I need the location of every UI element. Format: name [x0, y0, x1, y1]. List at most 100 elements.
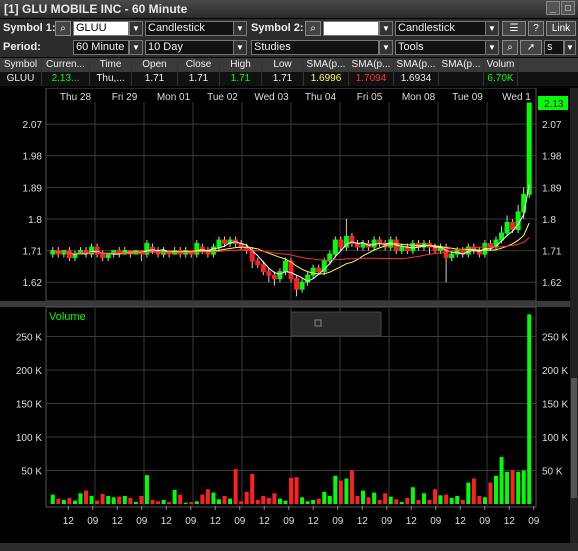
- symbol2-search-icon[interactable]: ⌕: [305, 21, 321, 36]
- link-button[interactable]: Link: [546, 21, 576, 36]
- chart-type-dropdown-icon[interactable]: ▼: [233, 21, 247, 36]
- header-col-0[interactable]: Symbol: [0, 58, 42, 72]
- studies-select[interactable]: Studies: [251, 40, 379, 55]
- volume-bar-21: [167, 501, 172, 504]
- chart-type2-select[interactable]: Candlestick: [395, 21, 489, 36]
- header-col-2[interactable]: Time: [90, 58, 132, 72]
- cell-col-2: Thu,...: [90, 72, 132, 86]
- volume-bar-63: [399, 501, 404, 504]
- volume-tick-right-4: 50 K: [542, 466, 563, 477]
- candle-body-84: [515, 211, 521, 230]
- symbol-toolbar: Symbol 1: ⌕ GLUU ▼ Candlestick ▼ Symbol …: [0, 19, 578, 38]
- time-label-12: 12: [357, 516, 369, 527]
- studies-dropdown-icon[interactable]: ▼: [379, 40, 393, 55]
- volume-bar-27: [200, 494, 205, 504]
- volume-bar-34: [239, 501, 244, 504]
- zoom-select[interactable]: s: [544, 40, 564, 55]
- header-col-11[interactable]: Volum: [484, 58, 518, 72]
- volume-bar-55: [355, 495, 360, 504]
- volume-bar-36: [250, 473, 255, 504]
- header-col-3[interactable]: Open: [132, 58, 178, 72]
- volume-bar-17: [144, 475, 149, 504]
- time-label-7: 09: [234, 516, 246, 527]
- tools-select[interactable]: Tools: [395, 40, 489, 55]
- zoom-dropdown-icon[interactable]: ▼: [564, 40, 576, 55]
- symbol1-label: Symbol 1:: [3, 22, 56, 34]
- period-dropdown-icon[interactable]: ▼: [129, 40, 143, 55]
- restore-icon[interactable]: □: [561, 1, 575, 15]
- chart-type2-dropdown-icon[interactable]: ▼: [485, 21, 499, 36]
- volume-bar-33: [233, 469, 238, 504]
- time-label-18: 12: [504, 516, 516, 527]
- symbol1-dropdown-icon[interactable]: ▼: [129, 21, 143, 36]
- range-dropdown-icon[interactable]: ▼: [233, 40, 247, 55]
- volume-bar-6: [84, 490, 89, 504]
- date-label-9: Wed 1: [502, 92, 531, 103]
- candle-body-42: [282, 260, 288, 273]
- volume-bar-70: [438, 495, 443, 504]
- volume-bar-86: [527, 314, 532, 504]
- menu-icon[interactable]: ☰: [502, 21, 526, 36]
- header-col-8[interactable]: SMA(p...: [349, 58, 394, 72]
- range-select[interactable]: 10 Day: [145, 40, 237, 55]
- candle-body-30: [216, 239, 222, 248]
- candle-body-9: [100, 253, 106, 259]
- time-label-3: 09: [136, 516, 148, 527]
- minimize-icon[interactable]: _: [546, 1, 560, 15]
- volume-bar-52: [338, 480, 343, 504]
- volume-bar-46: [305, 501, 310, 504]
- time-label-4: 12: [161, 516, 173, 527]
- candle-body-47: [310, 267, 316, 276]
- volume-bar-24: [183, 502, 188, 504]
- symbol2-input[interactable]: [323, 21, 379, 36]
- period-select[interactable]: 60 Minute: [73, 40, 129, 55]
- candle-body-52: [338, 239, 344, 248]
- candle-body-72: [449, 253, 455, 259]
- header-col-5[interactable]: High: [220, 58, 262, 72]
- price-chart[interactable]: Thu 28 Fri 29 Mon 01 Tue 02 Wed 03 Thu 04 Fri …: [0, 88, 570, 543]
- cell-col-6: 1.71: [262, 72, 304, 86]
- price-tick-right-4: 1.71: [542, 247, 562, 258]
- date-label-5: Thu 04: [305, 92, 337, 103]
- time-label-10: 12: [308, 516, 320, 527]
- header-col-4[interactable]: Close: [178, 58, 220, 72]
- price-tick-right-0: 2.07: [542, 120, 562, 131]
- volume-bar-20: [161, 499, 166, 504]
- volume-bar-19: [156, 501, 161, 504]
- volume-bar-77: [477, 495, 482, 504]
- header-col-7[interactable]: SMA(p...: [304, 58, 349, 72]
- date-label-1: Fri 29: [112, 92, 138, 103]
- scrollbar-thumb[interactable]: [571, 378, 577, 498]
- volume-bar-53: [344, 478, 349, 504]
- symbol1-search-icon[interactable]: ⌕: [55, 21, 71, 36]
- volume-bar-10: [106, 495, 111, 504]
- candle-body-10: [105, 253, 111, 259]
- vertical-scrollbar[interactable]: [570, 88, 578, 543]
- time-label-15: 09: [430, 516, 442, 527]
- symbol2-dropdown-icon[interactable]: ▼: [379, 21, 393, 36]
- volume-bar-68: [427, 499, 432, 504]
- volume-bar-4: [72, 500, 77, 504]
- header-col-10[interactable]: SMA(p...: [439, 58, 484, 72]
- header-col-9[interactable]: SMA(p...: [394, 58, 439, 72]
- volume-bar-25: [189, 501, 194, 504]
- tools-dropdown-icon[interactable]: ▼: [485, 40, 499, 55]
- volume-bar-31: [222, 495, 227, 504]
- help-button[interactable]: ?: [528, 21, 544, 36]
- volume-bar-30: [216, 499, 221, 504]
- volume-bar-57: [366, 497, 371, 504]
- volume-bar-5: [78, 493, 83, 504]
- chart-type-select[interactable]: Candlestick: [145, 21, 237, 36]
- time-label-9: 09: [283, 516, 295, 527]
- zoom-icon[interactable]: ⌕: [502, 40, 518, 55]
- price-tick-right-5: 1.62: [542, 278, 562, 289]
- volume-bar-59: [377, 499, 382, 504]
- cursor-icon[interactable]: ➚: [520, 40, 542, 55]
- quote-table-row[interactable]: GLUU 2.13... Thu,... 1.71 1.71 1.71 1.71 1.6996…: [0, 72, 578, 86]
- header-col-1[interactable]: Curren...: [42, 58, 90, 72]
- header-col-6[interactable]: Low: [262, 58, 304, 72]
- symbol1-input[interactable]: GLUU: [73, 21, 129, 36]
- date-label-8: Tue 09: [452, 92, 483, 103]
- candle-body-38: [260, 264, 266, 273]
- cell-col-3: 1.71: [132, 72, 178, 86]
